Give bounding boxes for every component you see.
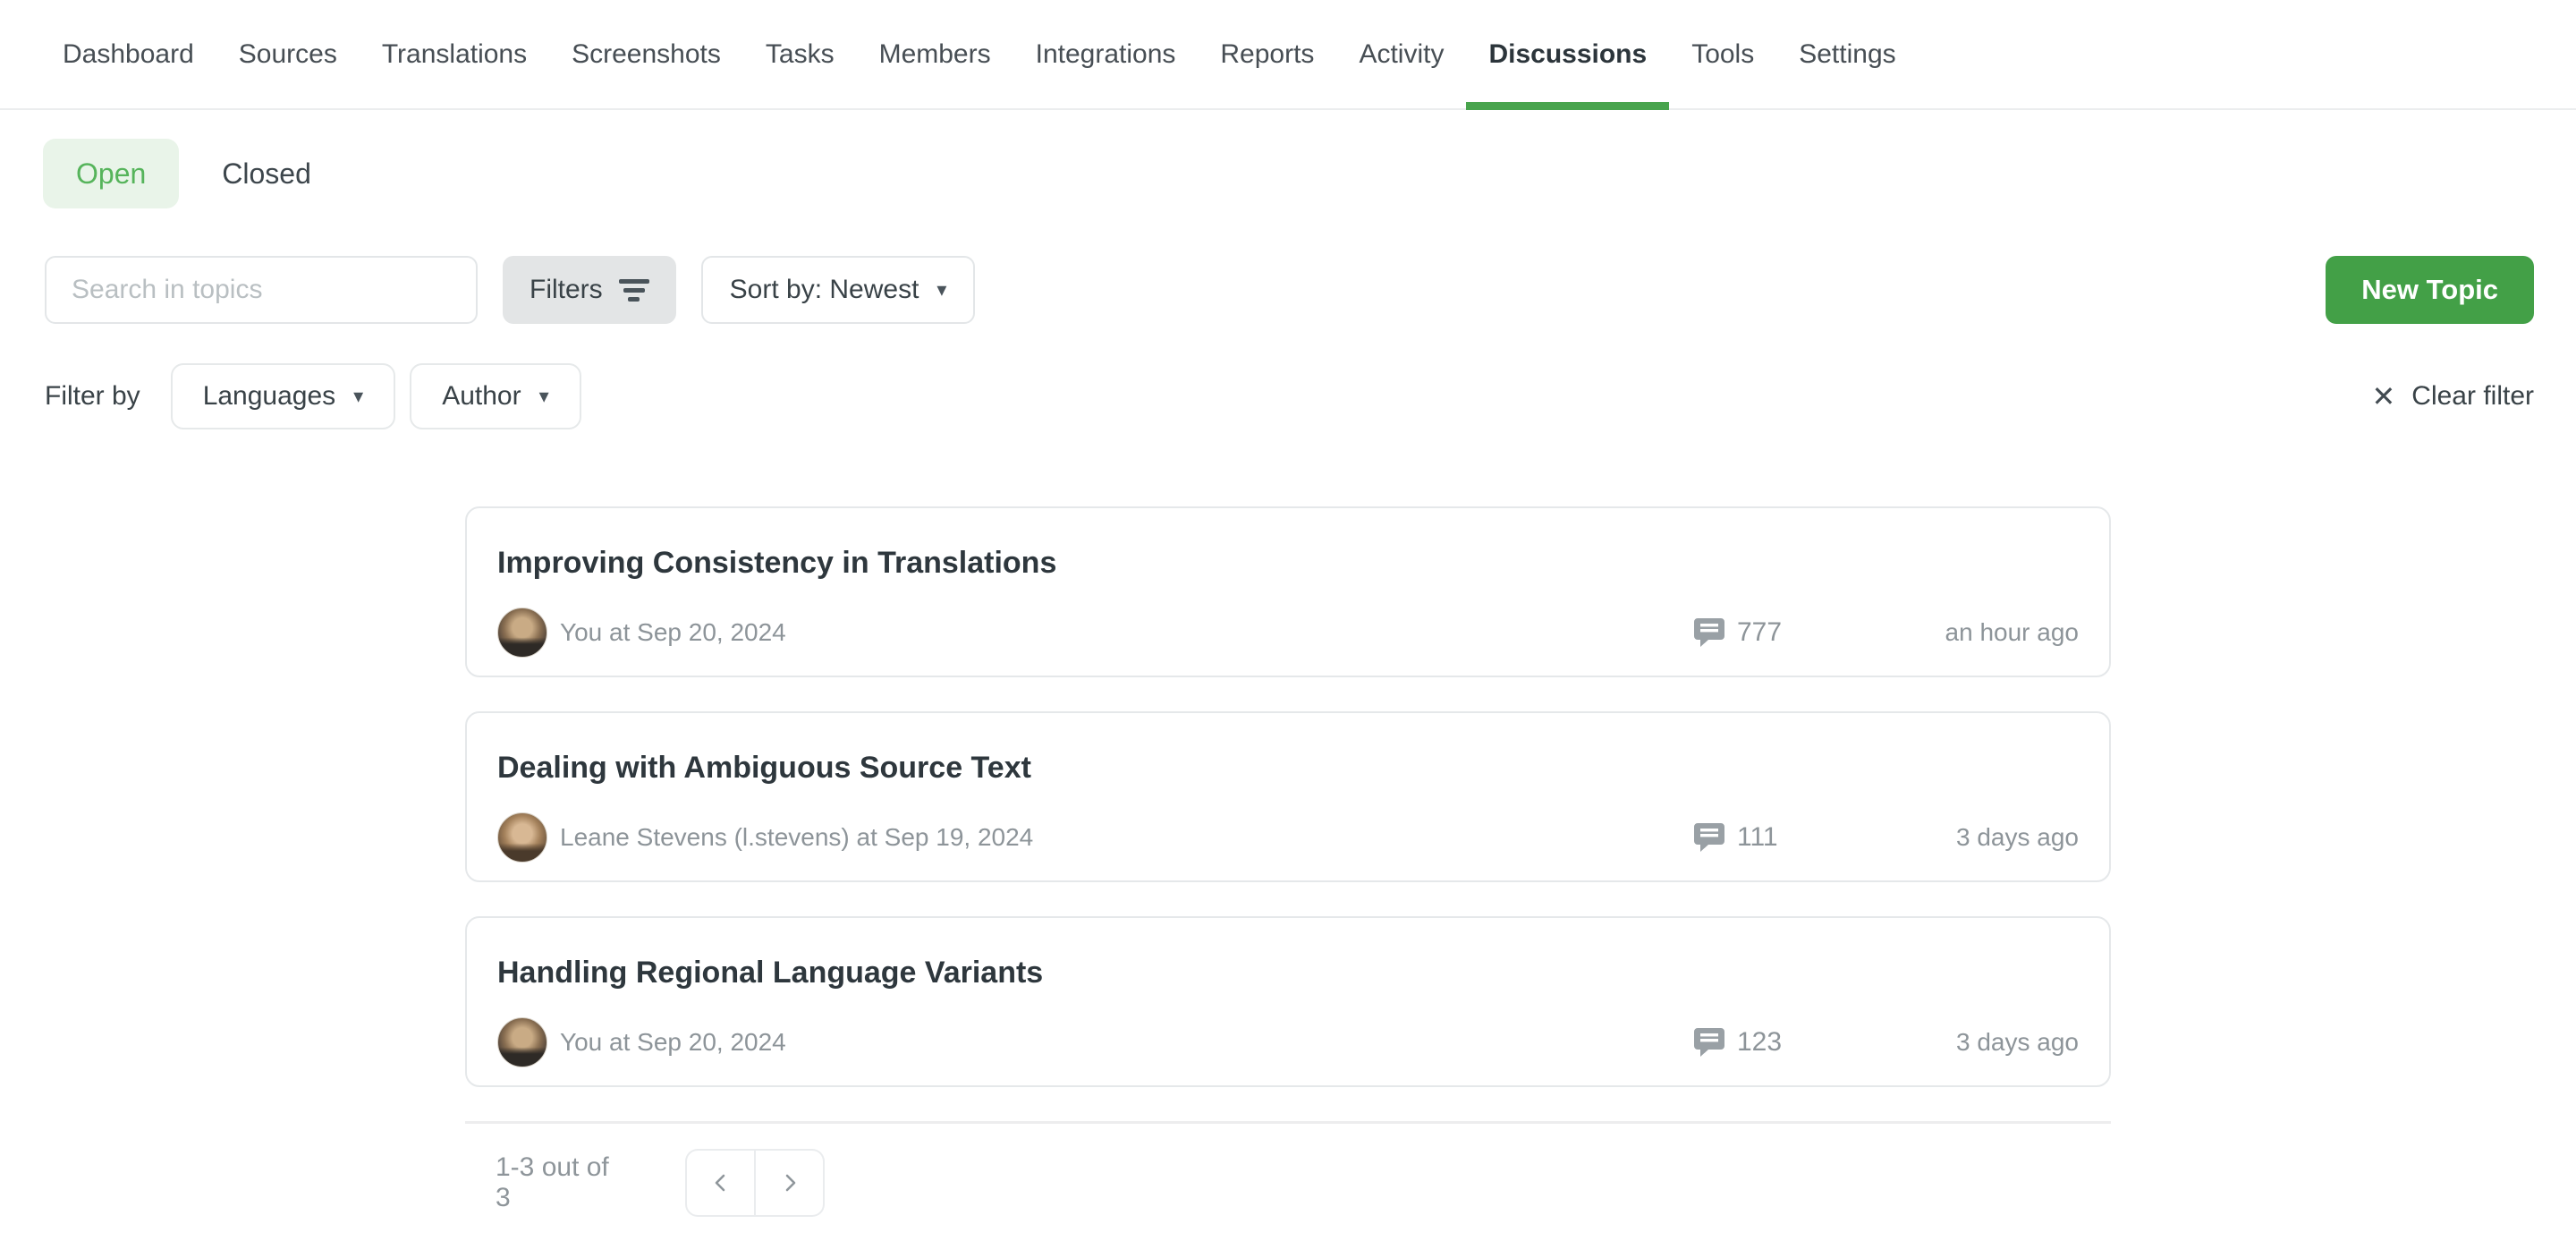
sort-label: Sort by: Newest [730, 275, 919, 305]
nav-tab-integrations[interactable]: Integrations [1013, 0, 1199, 108]
next-page-button[interactable] [755, 1149, 825, 1217]
search-input[interactable] [45, 256, 478, 324]
nav-tab-label: Integrations [1036, 39, 1176, 70]
nav-tab-label: Discussions [1488, 39, 1647, 70]
nav-tab-sources[interactable]: Sources [216, 0, 360, 108]
topic-meta: You at Sep 20, 2024 777 an hour ago [497, 608, 2079, 658]
languages-label: Languages [203, 381, 335, 412]
nav-tab-label: Reports [1220, 39, 1314, 70]
pagination-summary: 1-3 out of 3 [496, 1152, 630, 1213]
tab-closed[interactable]: Closed [222, 139, 311, 208]
list-divider [465, 1121, 2111, 1124]
caret-down-icon: ▾ [539, 387, 549, 406]
nav-tab-translations[interactable]: Translations [360, 0, 549, 108]
sort-dropdown[interactable]: Sort by: Newest ▾ [701, 256, 976, 324]
topic-updated-time: 3 days ago [1828, 1028, 2079, 1057]
nav-tab-dashboard[interactable]: Dashboard [40, 0, 216, 108]
nav-tab-label: Members [879, 39, 991, 70]
comment-bubble-icon [1694, 1028, 1724, 1057]
topic-card[interactable]: Dealing with Ambiguous Source Text Leane… [465, 711, 2111, 882]
comment-bubble-icon [1694, 823, 1724, 852]
nav-tab-label: Activity [1359, 39, 1444, 70]
comment-count: 123 [1694, 1027, 1828, 1058]
avatar [497, 1017, 547, 1067]
nav-tab-tasks[interactable]: Tasks [743, 0, 857, 108]
topic-title[interactable]: Handling Regional Language Variants [497, 956, 2079, 990]
nav-tab-tools[interactable]: Tools [1669, 0, 1776, 108]
clear-filter-button[interactable]: ✕ Clear filter [2371, 381, 2534, 412]
comment-count-value: 123 [1737, 1027, 1782, 1058]
prev-page-button[interactable] [685, 1149, 755, 1217]
topic-meta: You at Sep 20, 2024 123 3 days ago [497, 1017, 2079, 1067]
topic-meta: Leane Stevens (l.stevens) at Sep 19, 202… [497, 812, 2079, 863]
topic-byline: You at Sep 20, 2024 [560, 618, 1694, 647]
chevron-left-icon [710, 1172, 732, 1194]
topic-byline: You at Sep 20, 2024 [560, 1028, 1694, 1057]
nav-tab-settings[interactable]: Settings [1776, 0, 1918, 108]
nav-tab-reports[interactable]: Reports [1198, 0, 1336, 108]
nav-tab-label: Tools [1691, 39, 1754, 70]
filter-bar: Filter by Languages ▾ Author ▾ ✕ Clear f… [45, 363, 2534, 429]
avatar [497, 812, 547, 863]
author-label: Author [442, 381, 521, 412]
chevron-right-icon [779, 1172, 801, 1194]
pager-buttons [685, 1149, 825, 1217]
topic-card[interactable]: Improving Consistency in Translations Yo… [465, 506, 2111, 677]
status-tabs: Open Closed [43, 139, 311, 208]
active-tab-underline [1466, 102, 1669, 110]
comment-count-value: 777 [1737, 617, 1782, 648]
nav-tab-activity[interactable]: Activity [1336, 0, 1466, 108]
nav-tab-label: Translations [382, 39, 527, 70]
new-topic-button[interactable]: New Topic [2326, 256, 2534, 324]
topic-updated-time: 3 days ago [1828, 823, 2079, 852]
nav-tab-label: Dashboard [63, 39, 194, 70]
comment-count: 111 [1694, 822, 1828, 853]
close-icon: ✕ [2371, 382, 2395, 411]
nav-tab-label: Screenshots [572, 39, 721, 70]
topic-list: Improving Consistency in Translations Yo… [465, 506, 2111, 1217]
avatar [497, 608, 547, 658]
caret-down-icon: ▾ [353, 387, 363, 406]
topic-updated-time: an hour ago [1828, 618, 2079, 647]
pagination: 1-3 out of 3 [465, 1149, 2111, 1217]
topic-card[interactable]: Handling Regional Language Variants You … [465, 916, 2111, 1087]
clear-filter-label: Clear filter [2411, 381, 2534, 412]
comment-count-value: 111 [1737, 822, 1778, 853]
topic-title[interactable]: Improving Consistency in Translations [497, 546, 2079, 581]
nav-tab-discussions[interactable]: Discussions [1466, 0, 1669, 108]
nav-tab-members[interactable]: Members [857, 0, 1013, 108]
top-nav: Dashboard Sources Translations Screensho… [0, 0, 2576, 110]
languages-dropdown[interactable]: Languages ▾ [171, 363, 396, 429]
caret-down-icon: ▾ [936, 280, 946, 300]
filters-button[interactable]: Filters [503, 256, 676, 324]
filter-by-label: Filter by [45, 381, 140, 412]
filters-label: Filters [530, 275, 603, 305]
topic-title[interactable]: Dealing with Ambiguous Source Text [497, 751, 2079, 786]
nav-tab-screenshots[interactable]: Screenshots [549, 0, 743, 108]
nav-tab-label: Sources [239, 39, 337, 70]
toolbar: Filters Sort by: Newest ▾ New Topic [45, 256, 2534, 324]
author-dropdown[interactable]: Author ▾ [410, 363, 580, 429]
filter-icon [619, 279, 649, 302]
comment-count: 777 [1694, 617, 1828, 648]
nav-tab-label: Settings [1799, 39, 1895, 70]
tab-open[interactable]: Open [43, 139, 179, 208]
comment-bubble-icon [1694, 618, 1724, 647]
topic-byline: Leane Stevens (l.stevens) at Sep 19, 202… [560, 823, 1694, 852]
nav-tab-label: Tasks [766, 39, 835, 70]
